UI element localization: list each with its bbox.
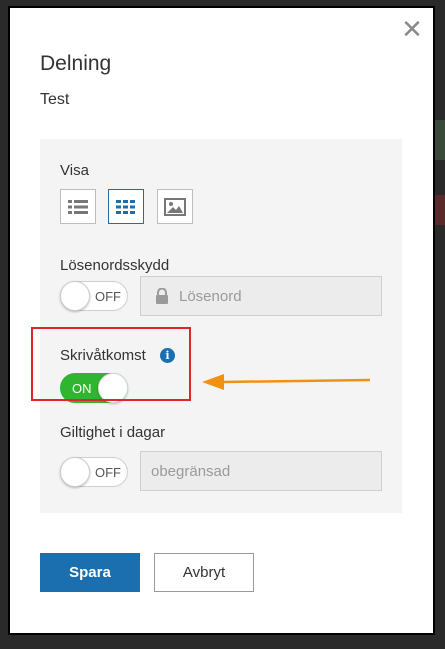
dialog-title: Delning — [40, 52, 112, 75]
validity-toggle[interactable]: OFF — [60, 457, 128, 487]
close-icon[interactable]: ✕ — [401, 16, 423, 42]
background-thumbnail — [431, 195, 445, 225]
image-view-icon — [164, 197, 186, 216]
toggle-knob — [60, 457, 90, 487]
save-button[interactable]: Spara — [40, 553, 140, 592]
cancel-button[interactable]: Avbryt — [154, 553, 254, 592]
dialog-subtitle: Test — [40, 91, 70, 108]
list-view-button[interactable] — [60, 189, 96, 224]
validity-label: Giltighet i dagar — [60, 424, 166, 441]
password-placeholder: Lösenord — [179, 287, 242, 305]
background-thumbnail — [431, 120, 445, 160]
toggle-state: OFF — [95, 465, 121, 480]
annotation-highlight-box — [31, 327, 191, 401]
view-label: Visa — [60, 162, 89, 179]
toggle-state: OFF — [95, 289, 121, 304]
share-dialog: ✕ Delning Test Visa Lösenordsskydd OFF L… — [10, 8, 433, 633]
lock-icon — [156, 288, 168, 304]
image-view-button[interactable] — [157, 189, 193, 224]
list-view-icon — [68, 199, 88, 214]
password-toggle[interactable]: OFF — [60, 281, 128, 311]
grid-view-button[interactable] — [108, 189, 144, 224]
validity-days-field[interactable]: obegränsad — [140, 451, 382, 491]
toggle-knob — [60, 281, 90, 311]
password-field[interactable]: Lösenord — [140, 276, 382, 316]
password-label: Lösenordsskydd — [60, 257, 170, 274]
settings-panel: Visa Lösenordsskydd OFF Lösenord Skrivåt… — [40, 139, 402, 513]
grid-view-icon — [116, 199, 135, 214]
validity-placeholder: obegränsad — [151, 462, 231, 480]
annotation-arrow-icon — [202, 374, 371, 390]
